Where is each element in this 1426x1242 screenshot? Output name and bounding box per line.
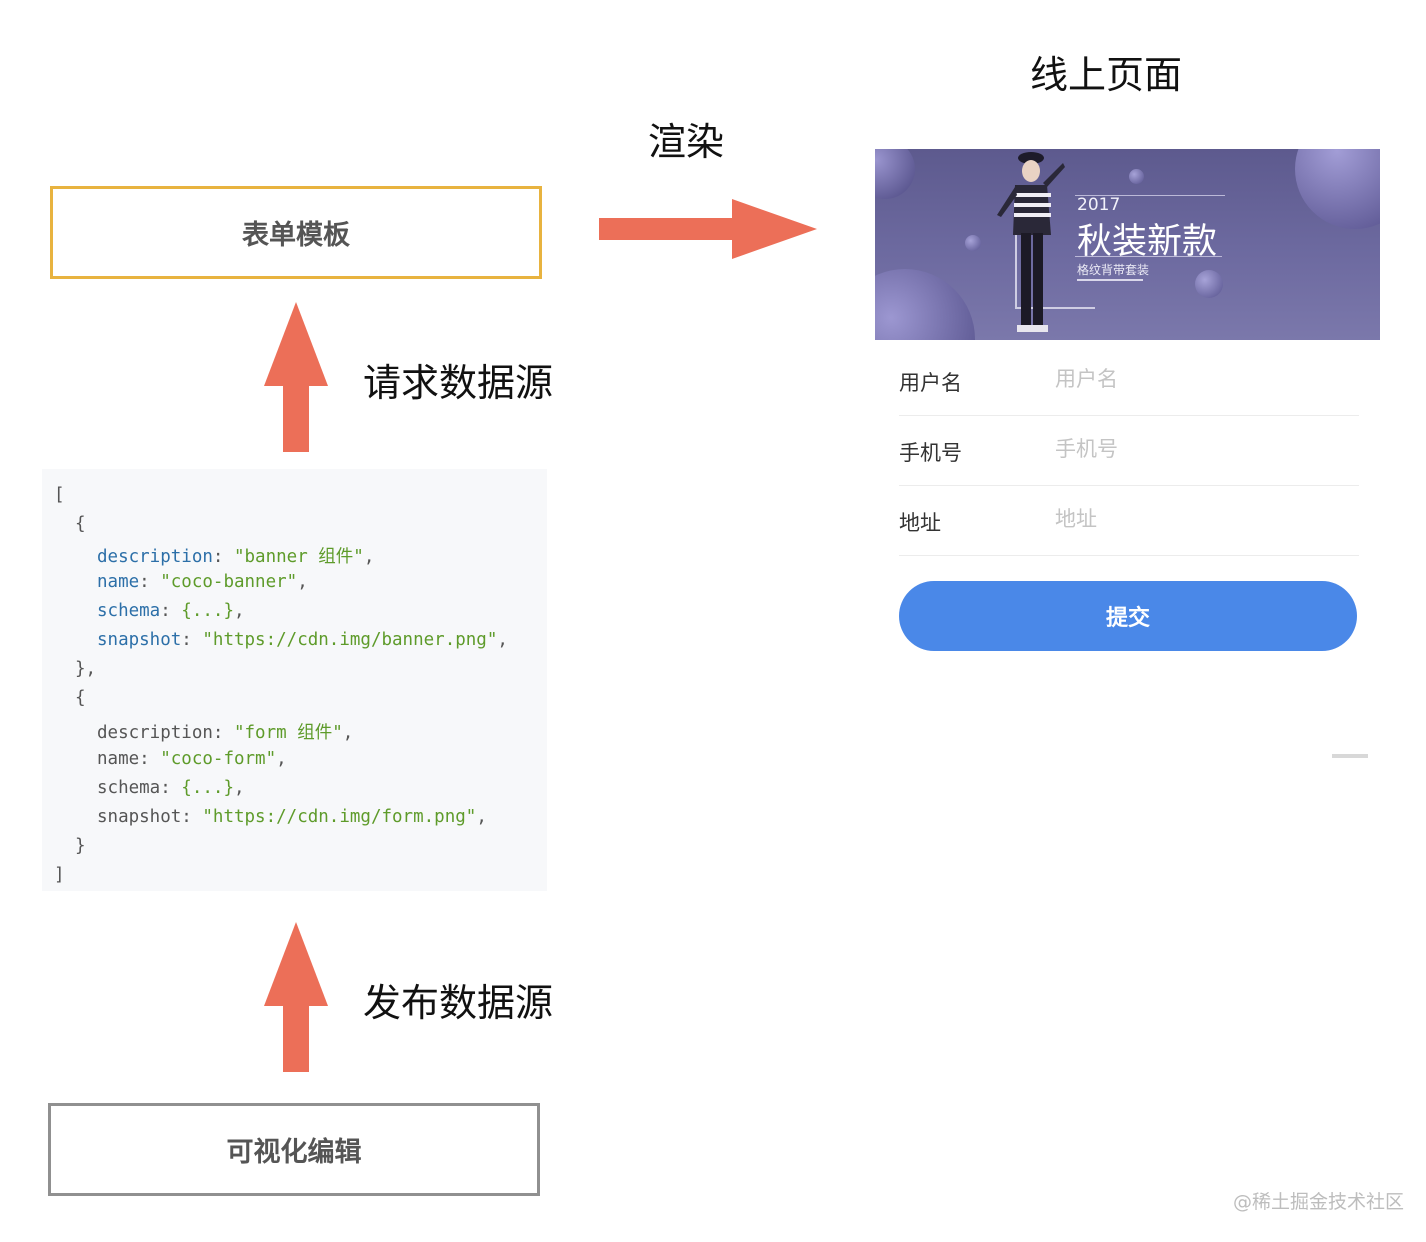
code-line: schema: {...}, [97,601,245,621]
right-arrow-render [599,199,817,259]
code-line: name: "coco-banner", [97,572,308,592]
code-key: snapshot [97,807,182,827]
banner-headline: 秋装新款 [1077,222,1218,262]
code-open-bracket: [ [54,485,65,505]
banner-bubble [875,269,975,340]
online-page-title: 线上页面 [1030,53,1183,97]
code-item-open: { [75,514,86,534]
footer-mark [1332,754,1368,758]
code-value: "coco-banner" [160,572,298,592]
code-value: "https://cdn.img/form.png" [202,807,477,827]
publish-datasource-label: 发布数据源 [363,981,554,1025]
form-row-address: 地址 [899,485,1359,556]
code-key: name [97,749,140,769]
banner-bubble [1295,149,1380,229]
code-line: schema: {...}, [97,778,245,798]
code-key: description [97,723,213,743]
code-line: description: "banner 组件", [97,547,375,567]
watermark: @稀土掘金技术社区 [1233,1191,1405,1213]
code-line: snapshot: "https://cdn.img/form.png", [97,807,487,827]
code-value: "banner 组件" [233,547,364,567]
code-close-bracket: ] [54,865,65,885]
phone-input[interactable] [1055,429,1345,469]
username-label: 用户名 [899,371,962,395]
banner-bubble [1129,169,1144,184]
banner-bubble [965,235,981,251]
code-key: description [97,547,213,567]
code-value: "https://cdn.img/banner.png" [202,630,498,650]
up-arrow-request [264,302,328,452]
request-datasource-label: 请求数据源 [363,361,554,405]
form-row-phone: 手机号 [899,415,1359,486]
form-template-node: 表单模板 [50,186,542,279]
form-template-label: 表单模板 [242,220,350,251]
banner-bubble [1195,270,1223,298]
banner-bubble [875,149,915,199]
code-key: schema [97,601,161,621]
banner-fine-print [1077,279,1143,281]
up-arrow-publish [264,922,328,1072]
render-label: 渲染 [648,120,725,164]
code-line: name: "coco-form", [97,749,287,769]
address-input[interactable] [1055,499,1345,539]
code-item-close: } [75,836,86,856]
address-label: 地址 [899,511,941,535]
submit-button[interactable]: 提交 [899,581,1357,651]
code-key: schema [97,778,161,798]
banner-year: 2017 [1077,195,1121,215]
model-figure [997,152,1065,332]
code-value: {...} [181,601,234,621]
code-item-close: }, [75,659,97,679]
form-row-username: 用户名 [899,345,1359,416]
code-key: snapshot [97,630,182,650]
username-input[interactable] [1055,359,1345,399]
code-value: "coco-form" [160,749,277,769]
code-value: "form 组件" [233,723,343,743]
banner-subline: 格纹背带套装 [1077,263,1150,277]
code-line: snapshot: "https://cdn.img/banner.png", [97,630,508,650]
visual-editor-label: 可视化编辑 [226,1137,362,1168]
datasource-json-block: [ { description: "banner 组件", name: "coc… [42,469,547,891]
phone-label: 手机号 [899,441,962,465]
visual-editor-node: 可视化编辑 [48,1103,540,1196]
code-line: description: "form 组件", [97,723,354,743]
code-value: {...} [181,778,234,798]
banner-image: 2017 秋装新款 格纹背带套装 [875,149,1380,340]
code-item-open: { [75,688,86,708]
code-key: name [97,572,140,592]
